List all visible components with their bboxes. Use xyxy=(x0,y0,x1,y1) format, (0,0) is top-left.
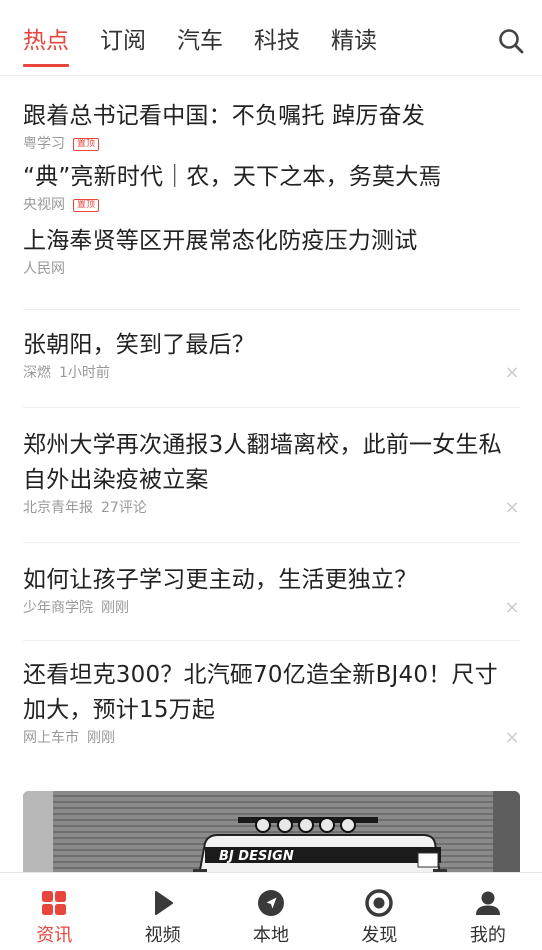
news-item[interactable]: 还看坦克300？北汽砸70亿造全新BJ40！尺寸加大，预计15万起 网上车市 刚… xyxy=(23,641,520,748)
article-thumbnail[interactable]: BJ DESIGN xyxy=(23,791,520,881)
news-item[interactable]: 张朝阳，笑到了最后？ 深燃 1小时前 × xyxy=(23,310,520,407)
news-source: 粤学习 xyxy=(23,136,65,152)
car-photo: BJ DESIGN xyxy=(23,791,520,881)
nav-label: 本地 xyxy=(253,925,290,946)
close-icon[interactable]: × xyxy=(504,499,520,517)
nav-label: 发现 xyxy=(361,925,398,946)
bottom-nav: 资讯 视频 本地 发现 我的 xyxy=(0,872,542,950)
search-icon[interactable] xyxy=(498,28,524,54)
news-feed: 跟着总书记看中国：不负嘱托 踔厉奋发 粤学习 置顶 “典”亮新时代｜农，天下之本… xyxy=(23,76,520,748)
news-title[interactable]: “典”亮新时代｜农，天下之本，务莫大焉 xyxy=(23,160,520,195)
channel-tabs: 热点 订阅 汽车 科技 精读 xyxy=(23,22,408,67)
location-icon xyxy=(258,890,285,916)
news-meta: 北京青年报 27评论 xyxy=(23,498,520,518)
nav-label: 视频 xyxy=(144,925,181,946)
news-title[interactable]: 跟着总书记看中国：不负嘱托 踔厉奋发 xyxy=(23,99,520,134)
news-title[interactable]: 郑州大学再次通报3人翻墙离校，此前一女生私自外出染疫被立案 xyxy=(23,428,520,498)
decal-text: BJ DESIGN xyxy=(219,849,294,864)
nav-local[interactable]: 本地 xyxy=(217,873,325,950)
news-item[interactable]: 跟着总书记看中国：不负嘱托 踔厉奋发 粤学习 置顶 xyxy=(23,76,520,154)
tab-featured[interactable]: 精读 xyxy=(331,22,377,62)
news-item[interactable]: 如何让孩子学习更主动，生活更独立？ 少年商学院 刚刚 × xyxy=(23,543,520,640)
news-source: 少年商学院 xyxy=(23,600,93,616)
news-time: 刚刚 xyxy=(101,600,129,616)
target-icon xyxy=(365,889,394,917)
news-item[interactable]: 上海奉贤等区开展常态化防疫压力测试 人民网 xyxy=(23,215,520,309)
news-source: 央视网 xyxy=(23,197,65,213)
news-time: 1小时前 xyxy=(59,365,110,381)
pinned-badge: 置顶 xyxy=(73,137,100,151)
tab-tech[interactable]: 科技 xyxy=(254,22,300,62)
news-title[interactable]: 还看坦克300？北汽砸70亿造全新BJ40！尺寸加大，预计15万起 xyxy=(23,658,520,728)
nav-label: 资讯 xyxy=(36,925,73,946)
nav-news[interactable]: 资讯 xyxy=(0,873,108,950)
tab-subscribe[interactable]: 订阅 xyxy=(100,22,146,62)
news-time: 刚刚 xyxy=(87,730,115,746)
nav-video[interactable]: 视频 xyxy=(108,873,216,950)
close-icon[interactable]: × xyxy=(504,364,520,382)
news-item[interactable]: 郑州大学再次通报3人翻墙离校，此前一女生私自外出染疫被立案 北京青年报 27评论… xyxy=(23,408,520,542)
close-icon[interactable]: × xyxy=(504,729,520,747)
news-source: 北京青年报 xyxy=(23,500,93,516)
grid-icon xyxy=(42,891,67,915)
news-title[interactable]: 张朝阳，笑到了最后？ xyxy=(23,328,520,363)
nav-discover[interactable]: 发现 xyxy=(325,873,433,950)
pinned-badge: 置顶 xyxy=(73,198,100,212)
news-title[interactable]: 如何让孩子学习更主动，生活更独立？ xyxy=(23,563,520,598)
news-meta: 央视网 置顶 xyxy=(23,195,520,215)
news-meta: 粤学习 置顶 xyxy=(23,134,520,154)
nav-profile[interactable]: 我的 xyxy=(434,873,542,950)
play-icon xyxy=(154,891,173,915)
news-meta: 人民网 xyxy=(23,259,520,279)
news-meta: 网上车市 刚刚 xyxy=(23,728,520,748)
news-title[interactable]: 上海奉贤等区开展常态化防疫压力测试 xyxy=(23,224,520,259)
news-meta: 深燃 1小时前 xyxy=(23,363,520,383)
news-comments: 27评论 xyxy=(101,500,147,516)
tab-hot[interactable]: 热点 xyxy=(23,22,69,67)
news-meta: 少年商学院 刚刚 xyxy=(23,598,520,618)
news-source: 深燃 xyxy=(23,365,51,381)
close-icon[interactable]: × xyxy=(504,599,520,617)
tab-auto[interactable]: 汽车 xyxy=(177,22,223,62)
user-icon xyxy=(475,891,500,915)
nav-label: 我的 xyxy=(469,925,506,946)
news-source: 人民网 xyxy=(23,261,65,277)
news-source: 网上车市 xyxy=(23,730,79,746)
news-item[interactable]: “典”亮新时代｜农，天下之本，务莫大焉 央视网 置顶 xyxy=(23,154,520,215)
top-bar: 热点 订阅 汽车 科技 精读 xyxy=(0,0,542,76)
